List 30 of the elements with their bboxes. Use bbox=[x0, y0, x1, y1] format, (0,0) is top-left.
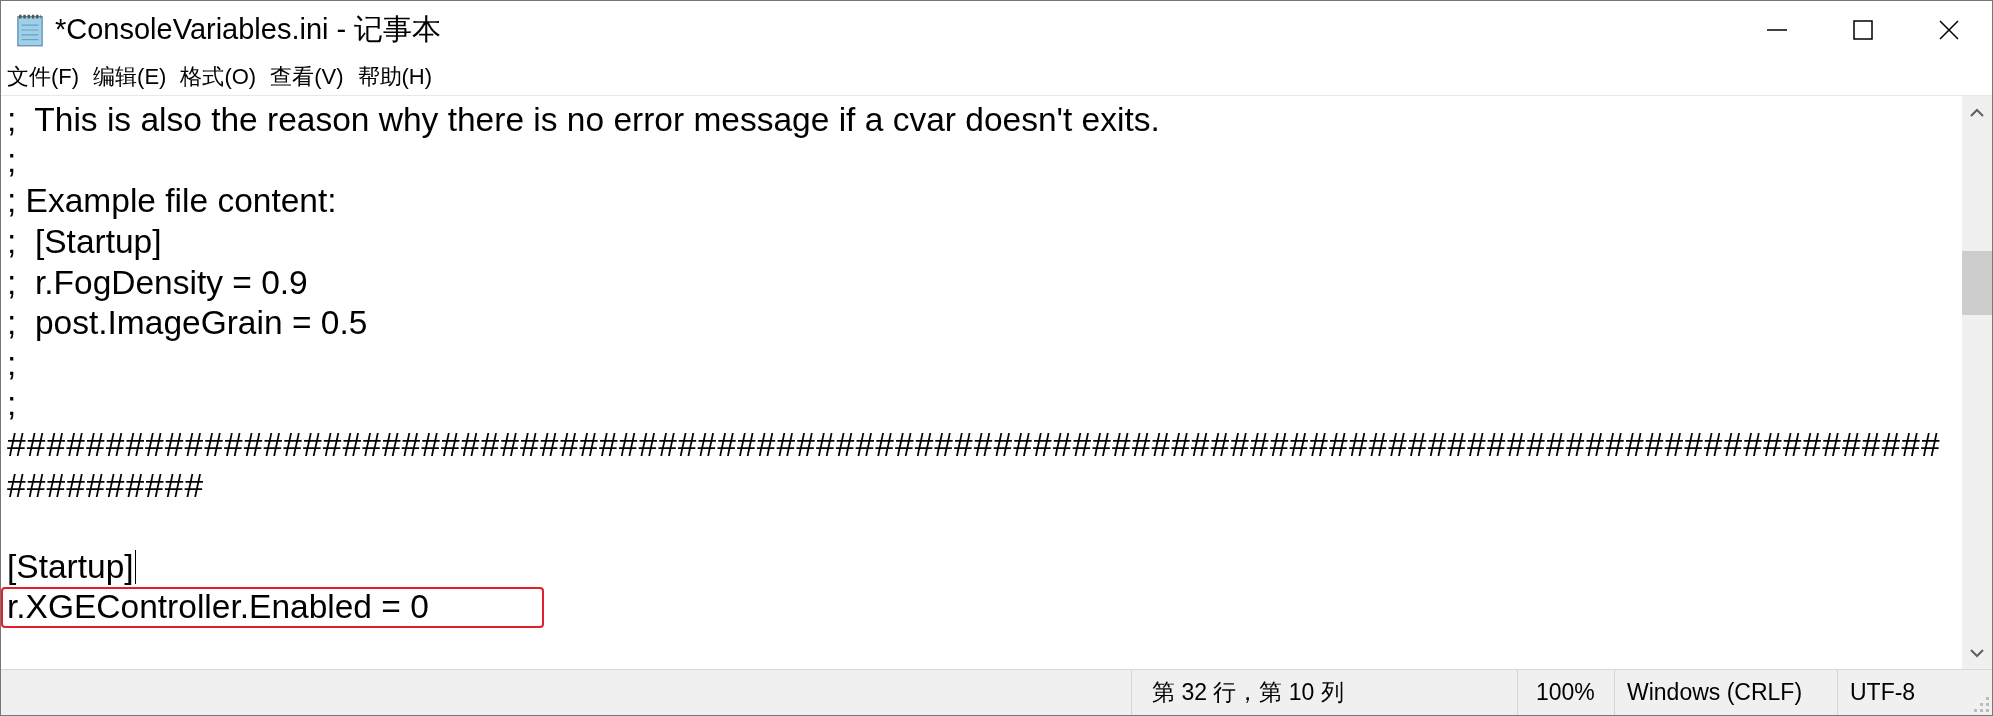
code-line: ; post.ImageGrain = 0.5 bbox=[7, 303, 368, 344]
code-line: ; Example file content: bbox=[7, 181, 337, 222]
zoom-level: 100% bbox=[1517, 670, 1614, 715]
code-line: ; bbox=[7, 343, 17, 384]
cursor-position: 第 32 行，第 10 列 bbox=[1131, 670, 1517, 715]
code-line: ; bbox=[7, 384, 17, 425]
close-icon bbox=[1939, 19, 1959, 40]
chevron-up-icon bbox=[1970, 107, 1984, 117]
window-title: *ConsoleVariables.ini - 记事本 bbox=[55, 11, 443, 47]
code-line: ; [Startup] bbox=[7, 222, 162, 263]
resize-grip-icon[interactable] bbox=[1974, 697, 1990, 713]
code-line: ; This is also the reason why there is no error message if a cvar doesn't exits. bbox=[7, 100, 1160, 141]
notepad-icon bbox=[15, 12, 45, 47]
code-line: [Startup] bbox=[7, 546, 134, 587]
menu-item[interactable]: 格式(O) bbox=[180, 61, 257, 92]
maximize-icon bbox=[1853, 19, 1873, 40]
chevron-down-icon bbox=[1970, 648, 1984, 658]
code-line: ; r.FogDensity = 0.9 bbox=[7, 262, 308, 303]
menu-item[interactable]: 查看(V) bbox=[270, 61, 344, 92]
encoding: UTF-8 bbox=[1837, 670, 1967, 715]
code-line: ########## bbox=[7, 465, 205, 506]
vertical-scrollbar[interactable] bbox=[1962, 96, 1992, 669]
menu-item[interactable]: 帮助(H) bbox=[357, 61, 433, 92]
menu-item[interactable]: 编辑(E) bbox=[93, 61, 167, 92]
minimize-icon bbox=[1767, 28, 1787, 31]
code-line: ################################################################################################## bbox=[7, 425, 1941, 466]
line-ending: Windows (CRLF) bbox=[1614, 670, 1837, 715]
code-line: ; bbox=[7, 140, 17, 181]
scrollbar-thumb[interactable] bbox=[1962, 251, 1992, 315]
menu-item[interactable]: 文件(F) bbox=[7, 61, 80, 92]
